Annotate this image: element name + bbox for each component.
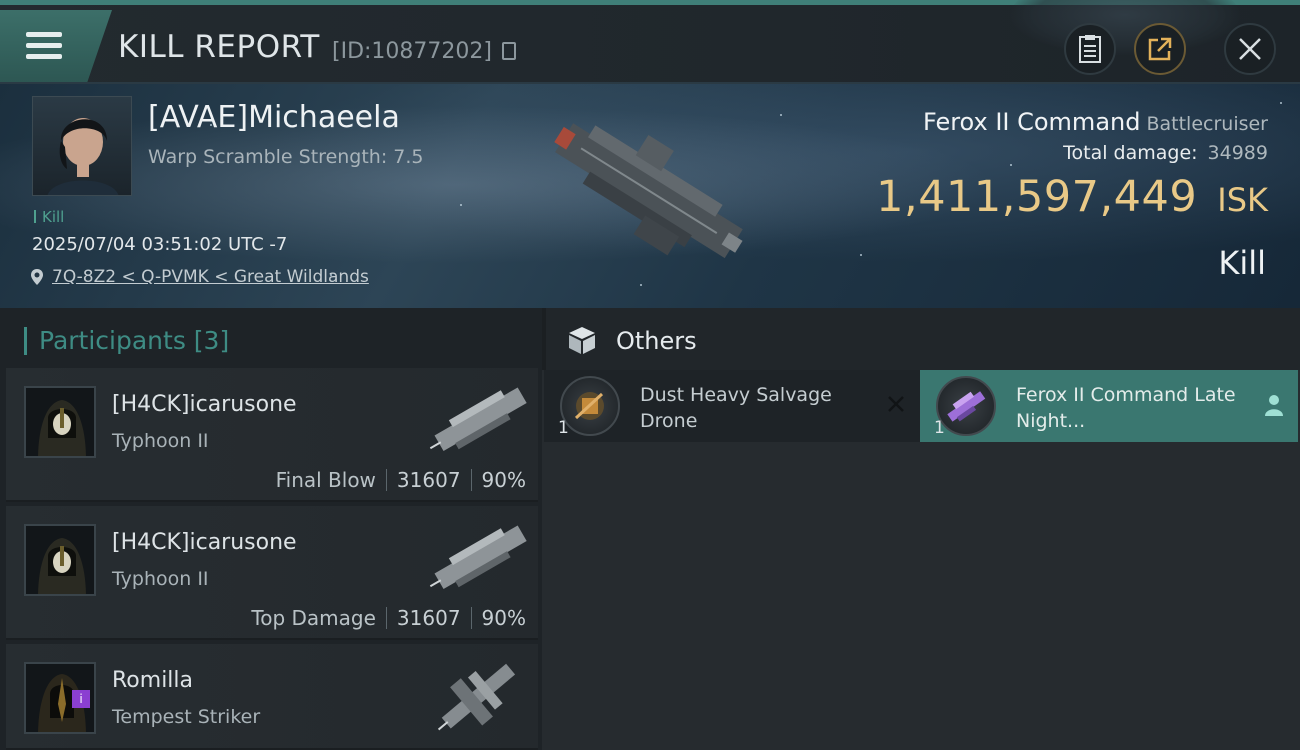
participant-ship-image <box>429 387 527 452</box>
planet-backdrop <box>1010 0 1240 55</box>
hooded-pilot-image <box>38 400 86 456</box>
victim-ship-class: Battlecruiser <box>1146 113 1268 135</box>
item-quantity: 1 <box>558 418 569 438</box>
share-button[interactable] <box>1134 23 1186 75</box>
others-panel: Others 1 Dust Heavy Salvage Drone 1 Fero… <box>542 308 1300 750</box>
participant-stats: Final Blow 31607 90% <box>276 468 526 492</box>
item-card[interactable]: 1 Ferox II Command Late Night... <box>920 370 1298 442</box>
victim-name[interactable]: [AVAE]Michaeela <box>148 100 400 135</box>
share-icon <box>1148 37 1172 61</box>
total-damage-value: 34989 <box>1207 142 1268 164</box>
participant-percent: 90% <box>481 606 526 630</box>
participant-ship-image <box>437 663 516 731</box>
top-bar: KILL REPORT [ID:10877202] <box>0 0 1300 82</box>
warp-scramble-strength: Warp Scramble Strength: 7.5 <box>148 146 424 168</box>
participant-name[interactable]: [H4CK]icarusone <box>112 392 297 417</box>
participant-damage: 31607 <box>396 468 461 492</box>
victim-ship-name: Ferox II Command <box>922 108 1141 136</box>
participant-row[interactable]: [H4CK]icarusone Typhoon II Top Damage 31… <box>6 506 538 640</box>
item-name: Ferox II Command Late Night... <box>1016 384 1236 432</box>
participant-ship: Typhoon II <box>112 568 209 590</box>
participant-stat-label: Final Blow <box>275 468 376 492</box>
isk-value-display: 1,411,597,449 ISK <box>876 172 1268 222</box>
participants-panel: Participants [3] [H4CK]icarusone Typhoon… <box>0 308 542 750</box>
close-icon <box>1239 38 1261 60</box>
total-damage-label: Total damage: <box>1063 142 1198 164</box>
kill-tag: Kill <box>34 208 64 226</box>
menu-button[interactable] <box>0 10 112 82</box>
total-damage: Total damage: 34989 <box>1063 142 1268 164</box>
copy-icon[interactable] <box>502 42 516 60</box>
participant-row[interactable]: [H4CK]icarusone Typhoon II Final Blow 31… <box>6 368 538 502</box>
isk-unit: ISK <box>1217 181 1268 219</box>
participant-stats: Top Damage 31607 90% <box>251 606 526 630</box>
location-text: 7Q-8Z2 < Q-PVMK < Great Wildlands <box>52 267 369 287</box>
participant-row[interactable]: i Romilla Tempest Striker <box>6 644 538 750</box>
page-title: KILL REPORT <box>118 29 320 65</box>
victim-portrait[interactable] <box>32 96 132 196</box>
participant-name[interactable]: Romilla <box>112 668 193 693</box>
participant-name[interactable]: [H4CK]icarusone <box>112 530 297 555</box>
hooded-pilot-image <box>38 538 86 594</box>
item-card[interactable]: 1 Dust Heavy Salvage Drone <box>544 370 920 442</box>
item-name: Dust Heavy Salvage Drone <box>640 384 832 432</box>
others-title: Others <box>616 327 697 355</box>
avatar <box>47 118 119 195</box>
clipboard-button[interactable] <box>1064 23 1116 75</box>
location-link[interactable]: 7Q-8Z2 < Q-PVMK < Great Wildlands <box>30 267 369 287</box>
ship-item-icon <box>936 376 996 436</box>
victim-ship-image <box>554 123 743 259</box>
person-icon <box>1265 395 1283 416</box>
participant-stat-label: Top Damage <box>251 606 376 630</box>
close-button[interactable] <box>1224 23 1276 75</box>
participant-ship: Typhoon II <box>112 430 209 452</box>
x-icon <box>888 396 904 412</box>
victim-ship-title: Ferox II Command Battlecruiser <box>923 108 1268 136</box>
participant-percent: 90% <box>481 468 526 492</box>
menu-icon <box>26 32 62 60</box>
participant-ship-image <box>429 525 527 590</box>
participant-damage: 31607 <box>396 606 461 630</box>
others-header: Others <box>542 308 1300 370</box>
isk-value: 1,411,597,449 <box>876 172 1198 222</box>
drone-item-icon <box>560 376 620 436</box>
item-quantity: 1 <box>934 418 945 438</box>
victim-banner: [AVAE]Michaeela Warp Scramble Strength: … <box>0 82 1300 308</box>
kill-result: Kill <box>1218 244 1266 282</box>
participant-ship: Tempest Striker <box>112 706 261 728</box>
clipboard-icon <box>1079 35 1101 63</box>
report-id: [ID:10877202] <box>332 39 492 64</box>
info-badge: i <box>72 690 90 708</box>
cube-icon <box>569 327 595 354</box>
avatar[interactable] <box>24 524 96 596</box>
avatar[interactable] <box>24 386 96 458</box>
participants-header: Participants [3] <box>24 326 229 355</box>
location-pin-icon <box>31 269 43 285</box>
kill-timestamp: 2025/07/04 03:51:02 UTC -7 <box>32 234 288 255</box>
